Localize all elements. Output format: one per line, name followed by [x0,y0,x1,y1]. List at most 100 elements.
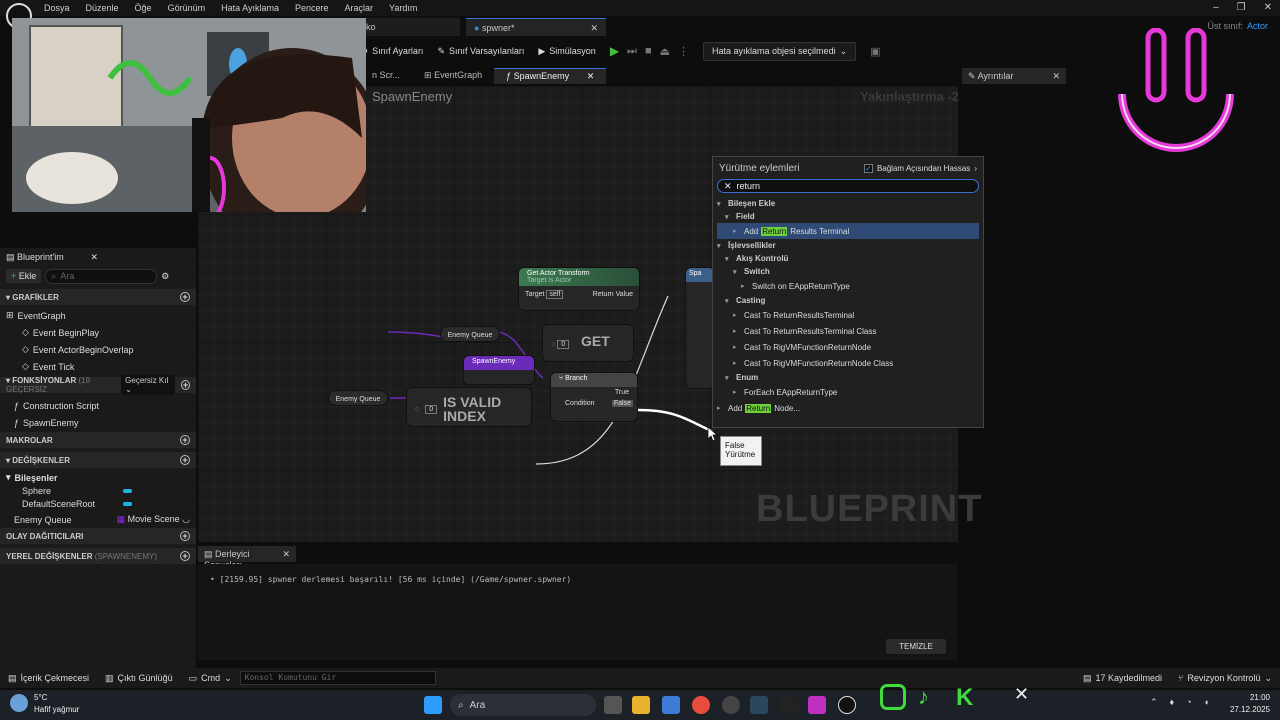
minimize-icon[interactable]: – [1213,2,1219,13]
node-spawn-enemy[interactable]: SpawnEnemy [464,356,534,384]
menu-help[interactable]: Yardım [381,3,425,13]
node-is-valid-index[interactable]: ○ 0 IS VALID INDEX [407,388,531,426]
section-event-dispatchers[interactable]: OLAY DAĞITICILARI + [0,528,196,544]
add-graph-icon[interactable]: + [180,292,190,302]
cmd-dropdown[interactable]: ▭ Cmd ⌄ [181,673,240,684]
close-icon[interactable]: ✕ [282,549,290,559]
step-icon[interactable]: ⏭ [627,45,637,58]
unsaved-button[interactable]: ▤ 17 Kaydedilmedi [1075,673,1170,684]
node-get[interactable]: ○ 0 GET [543,325,633,361]
parent-class-link[interactable]: Actor [1247,21,1268,31]
context-category[interactable]: ▾ Akış Kontrolü [717,252,979,265]
context-category[interactable]: ▾ Casting [717,294,979,307]
weather-widget[interactable]: 5°C Hafif yağmur [34,692,79,716]
context-category[interactable]: ▾ Switch [717,265,979,278]
function-item-spawn-enemy[interactable]: ƒ SpawnEnemy [0,413,196,429]
context-category[interactable]: ▾ Enum [717,371,979,384]
context-search-input[interactable]: ✕ return [717,179,979,193]
section-functions[interactable]: ▾ FONKSİYONLAR (19 GEÇERSİZ Geçersiz Kıl… [0,375,196,395]
add-function-icon[interactable]: + [180,380,190,390]
node-spawn-actor-partial[interactable]: Spa [686,268,714,388]
clear-icon[interactable]: ✕ [724,181,732,192]
context-category[interactable]: ▾ Field [717,210,979,223]
my-blueprint-tab[interactable]: ▤ Blueprint'im ✕ [0,250,196,266]
debug-object-select[interactable]: Hata ayıklama objesi seçilmedi ⌄ [703,41,857,61]
wifi-icon[interactable]: ◔ [1186,697,1191,708]
tab-details[interactable]: ✎ Ayrıntılar ✕ [962,68,1066,84]
windows-start-icon[interactable] [424,696,442,714]
add-button[interactable]: + Ekle [6,269,42,283]
tab-spawn-enemy[interactable]: ƒ SpawnEnemy ✕ [494,68,607,84]
chrome-icon[interactable] [692,696,710,714]
menu-view[interactable]: Görünüm [160,3,214,13]
event-item-tick[interactable]: ◇ Event Tick [0,357,196,373]
menu-edit[interactable]: Düzenle [78,3,127,13]
class-defaults-button[interactable]: ✎ Sınıf Varsayılanları [437,46,524,57]
file-explorer-icon[interactable] [632,696,650,714]
node-enemy-queue[interactable]: Enemy Queue [328,390,388,406]
taskbar-search[interactable]: ⌕ Ara [450,694,596,716]
close-icon[interactable]: ✕ [90,252,98,264]
eye-icon[interactable]: ◡ [182,514,190,524]
microphone-icon[interactable]: ♦ [1170,697,1175,708]
blueprint-search-input[interactable]: ⌕ Ara [45,268,158,284]
add-macro-icon[interactable]: + [180,435,190,445]
context-action-item[interactable]: ▸ Add Return Results Terminal [717,223,979,239]
menu-window[interactable]: Pencere [287,3,337,13]
tab-construction-script[interactable]: n Scr... [360,68,412,84]
tray-chevron-icon[interactable]: ⌃ [1150,697,1158,708]
gear-icon[interactable]: ⚙ [161,271,169,282]
simulation-button[interactable]: ▶ Simülasyon [538,46,595,57]
node-get-actor-transform[interactable]: Get Actor Transform Target is Actor Targ… [519,268,639,310]
context-action-item[interactable]: ▸ Add Return Node... [717,400,979,416]
add-variable-icon[interactable]: + [180,455,190,465]
context-category[interactable]: ▾ Bileşen Ekle [717,197,979,210]
asset-tab-spwner[interactable]: ● spwner* ✕ [466,18,606,36]
app-icon[interactable] [808,696,826,714]
context-action-item[interactable]: ▸ ForEach EAppReturnType [717,384,979,400]
override-dropdown[interactable]: Geçersiz Kıl ⌄ [121,375,175,395]
output-log-button[interactable]: ▥ Çıktı Günlüğü [97,673,181,684]
context-action-item[interactable]: ▸ Cast To ReturnResultsTerminal Class [717,323,979,339]
store-icon[interactable] [662,696,680,714]
node-enemy-queue[interactable]: Enemy Queue [440,326,500,342]
console-input[interactable]: Konsol Komutunu Gir [239,671,436,685]
variable-enemy-queue[interactable]: Enemy Queue ▦ Movie Scene ◡ [0,510,196,526]
menu-debug[interactable]: Hata Ayıklama [213,3,287,13]
context-action-item[interactable]: ▸ Cast To RigVMFunctionReturnNode [717,339,979,355]
section-local-variables[interactable]: YEREL DEĞİŞKENLER (SPAWNENEMY) + [0,548,196,564]
add-local-variable-icon[interactable]: + [180,551,190,561]
clear-button[interactable]: TEMİZLE [886,639,946,654]
section-graphs[interactable]: ▾ GRAFİKLER + [0,289,196,305]
volume-icon[interactable]: ◖ [1204,697,1209,708]
menu-file[interactable]: Dosya [36,3,78,13]
event-item-beginoverlap[interactable]: ◇ Event ActorBeginOverlap [0,340,196,356]
class-settings-button[interactable]: ⚙Sınıf Ayarları [360,46,423,57]
github-icon[interactable] [722,696,740,714]
close-icon[interactable]: ✕ [590,23,598,33]
context-action-item[interactable]: ▸ Switch on EAppReturnType [717,278,979,294]
menu-asset[interactable]: Öğe [127,3,160,13]
variable-default-scene-root[interactable]: DefaultSceneRoot [0,494,196,510]
more-icon[interactable]: ⋮ [678,45,689,58]
context-action-item[interactable]: ▸ Cast To RigVMFunctionReturnNode Class [717,355,979,371]
context-action-item[interactable]: ▸ Cast To ReturnResultsTerminal [717,307,979,323]
close-icon[interactable]: ✕ [587,71,595,81]
eject-icon[interactable]: ⏏ [660,45,670,58]
section-macros[interactable]: MAKROLAR + [0,432,196,448]
tab-event-graph[interactable]: ⊞ EventGraph [412,68,494,84]
revision-control-button[interactable]: ⑂ Revizyon Kontrolü ⌄ [1170,673,1280,684]
section-variables[interactable]: ▾ DEĞİŞKENLER + [0,452,196,468]
context-sensitive-toggle[interactable]: ✓ Bağlam Açısından Hassas › [863,163,977,173]
taskbar-clock[interactable]: 21:00 27.12.2025 [1230,692,1270,716]
task-view-icon[interactable] [604,696,622,714]
node-branch[interactable]: ⑂ Branch True Condition False [551,373,637,421]
function-item-construction-script[interactable]: ƒ Construction Script [0,396,196,412]
asset-tab-previous[interactable]: ko [360,18,460,36]
content-drawer-button[interactable]: ▤ İçerik Çekmecesi [0,673,97,684]
stop-icon[interactable]: ■ [645,45,652,57]
unreal-engine-icon[interactable] [838,696,856,714]
maximize-icon[interactable]: ❐ [1237,2,1246,13]
steam-icon[interactable] [750,696,768,714]
graph-item-eventgraph[interactable]: ⊞ EventGraph [0,306,196,322]
